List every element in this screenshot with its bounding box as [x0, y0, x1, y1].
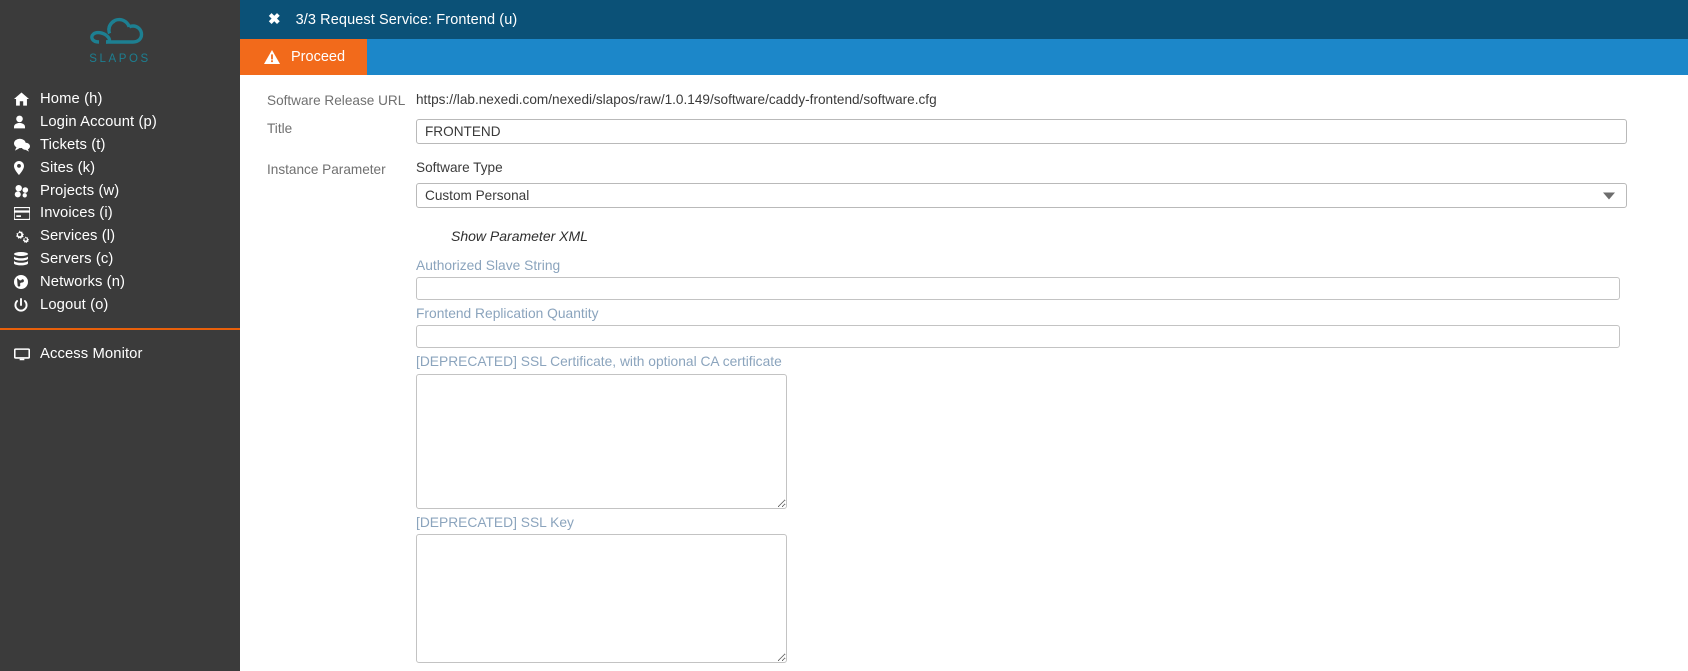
sidebar-item-label: Access Monitor — [40, 346, 143, 363]
instance-parameter-label: Instance Parameter — [267, 162, 386, 177]
home-icon — [14, 92, 40, 106]
sidebar-item-label: Tickets (t) — [40, 136, 106, 153]
database-icon — [14, 251, 40, 266]
sidebar: SLAPOS Home (h) Login Account (p) Ticket… — [0, 0, 240, 671]
svg-text:SLAPOS: SLAPOS — [89, 53, 151, 65]
slapos-logo[interactable]: SLAPOS — [0, 0, 240, 78]
page-title: 3/3 Request Service: Frontend (u) — [295, 11, 518, 28]
software-release-url-value: https://lab.nexedi.com/nexedi/slapos/raw… — [416, 92, 937, 107]
sidebar-item-label: Networks (n) — [40, 273, 126, 290]
sidebar-bottom-nav: Access Monitor — [0, 330, 240, 366]
sidebar-item-invoices[interactable]: Invoices (i) — [0, 202, 240, 225]
software-type-label: Software Type — [416, 160, 503, 175]
sidebar-item-login-account[interactable]: Login Account (p) — [0, 111, 240, 134]
show-parameter-xml-link[interactable]: Show Parameter XML — [451, 228, 588, 244]
app-root: SLAPOS Home (h) Login Account (p) Ticket… — [0, 0, 1688, 671]
user-icon — [14, 115, 40, 129]
cubes-icon — [14, 184, 40, 198]
close-icon[interactable]: ✖ — [268, 12, 281, 27]
sidebar-item-tickets[interactable]: Tickets (t) — [0, 134, 240, 157]
sidebar-item-label: Sites (k) — [40, 159, 96, 176]
power-icon — [14, 297, 40, 312]
deprecated-ssl-certificate-textarea[interactable] — [416, 373, 787, 509]
action-bar: Proceed — [240, 39, 1688, 75]
top-header-bar: ✖ 3/3 Request Service: Frontend (u) — [240, 0, 1688, 39]
parameter-label: Frontend Replication Quantity — [416, 306, 599, 322]
field-row-title: Title — [240, 119, 1688, 144]
field-row-instance-parameter: Instance Parameter Software Type Custom … — [240, 160, 1688, 668]
title-label: Title — [267, 121, 293, 136]
sidebar-item-networks[interactable]: Networks (n) — [0, 270, 240, 293]
proceed-button[interactable]: Proceed — [240, 39, 368, 75]
sidebar-item-label: Login Account (p) — [40, 114, 157, 131]
software-type-select[interactable]: Custom Personal — [416, 183, 1627, 208]
software-type-select-wrapper: Custom Personal — [416, 183, 1627, 208]
gears-icon — [14, 229, 40, 244]
sidebar-item-servers[interactable]: Servers (c) — [0, 248, 240, 271]
software-release-url-label: Software Release URL — [267, 93, 406, 108]
parameter-label: Authorized Slave String — [416, 258, 561, 273]
field-row-software-release-url: Software Release URL https://lab.nexedi.… — [240, 91, 1688, 108]
sidebar-nav: Home (h) Login Account (p) Tickets (t) S… — [0, 88, 240, 366]
proceed-button-label: Proceed — [291, 49, 346, 65]
sidebar-item-label: Projects (w) — [40, 182, 120, 199]
sidebar-item-label: Home (h) — [40, 91, 103, 108]
comments-icon — [14, 138, 40, 152]
sidebar-item-label: Invoices (i) — [40, 205, 113, 222]
parameter-label: [DEPRECATED] SSL Certificate, with optio… — [416, 354, 782, 370]
title-input[interactable] — [416, 119, 1627, 144]
warning-triangle-icon — [264, 50, 280, 64]
authorized-slave-string-input[interactable] — [416, 277, 1620, 301]
sidebar-item-services[interactable]: Services (l) — [0, 225, 240, 248]
sidebar-item-home[interactable]: Home (h) — [0, 88, 240, 111]
frontend-replication-quantity-input[interactable] — [416, 325, 1620, 349]
sidebar-item-label: Servers (c) — [40, 250, 114, 267]
sidebar-item-access-monitor[interactable]: Access Monitor — [0, 343, 240, 366]
parameter-field-frontend-replication-quantity: Frontend Replication Quantity — [416, 305, 1657, 349]
sidebar-item-projects[interactable]: Projects (w) — [0, 179, 240, 202]
deprecated-ssl-key-textarea[interactable] — [416, 533, 787, 663]
parameter-fields: Authorized Slave String Frontend Replica… — [416, 257, 1657, 663]
parameter-label: [DEPRECATED] SSL Key — [416, 514, 574, 530]
sidebar-item-sites[interactable]: Sites (k) — [0, 156, 240, 179]
globe-icon — [14, 274, 40, 289]
main-content: ✖ 3/3 Request Service: Frontend (u) Proc… — [240, 0, 1688, 671]
parameter-field-deprecated-ssl-certificate: [DEPRECATED] SSL Certificate, with optio… — [416, 353, 1657, 509]
monitor-icon — [14, 348, 40, 361]
slapos-logo-icon: SLAPOS — [89, 17, 151, 65]
parameter-field-authorized-slave-string: Authorized Slave String — [416, 257, 1657, 301]
sidebar-item-label: Logout (o) — [40, 296, 109, 313]
map-pin-icon — [14, 160, 40, 175]
sidebar-item-label: Services (l) — [40, 228, 116, 245]
credit-card-icon — [14, 206, 40, 220]
request-service-form: Software Release URL https://lab.nexedi.… — [240, 91, 1688, 668]
sidebar-item-logout[interactable]: Logout (o) — [0, 293, 240, 316]
parameter-field-deprecated-ssl-key: [DEPRECATED] SSL Key — [416, 514, 1657, 663]
